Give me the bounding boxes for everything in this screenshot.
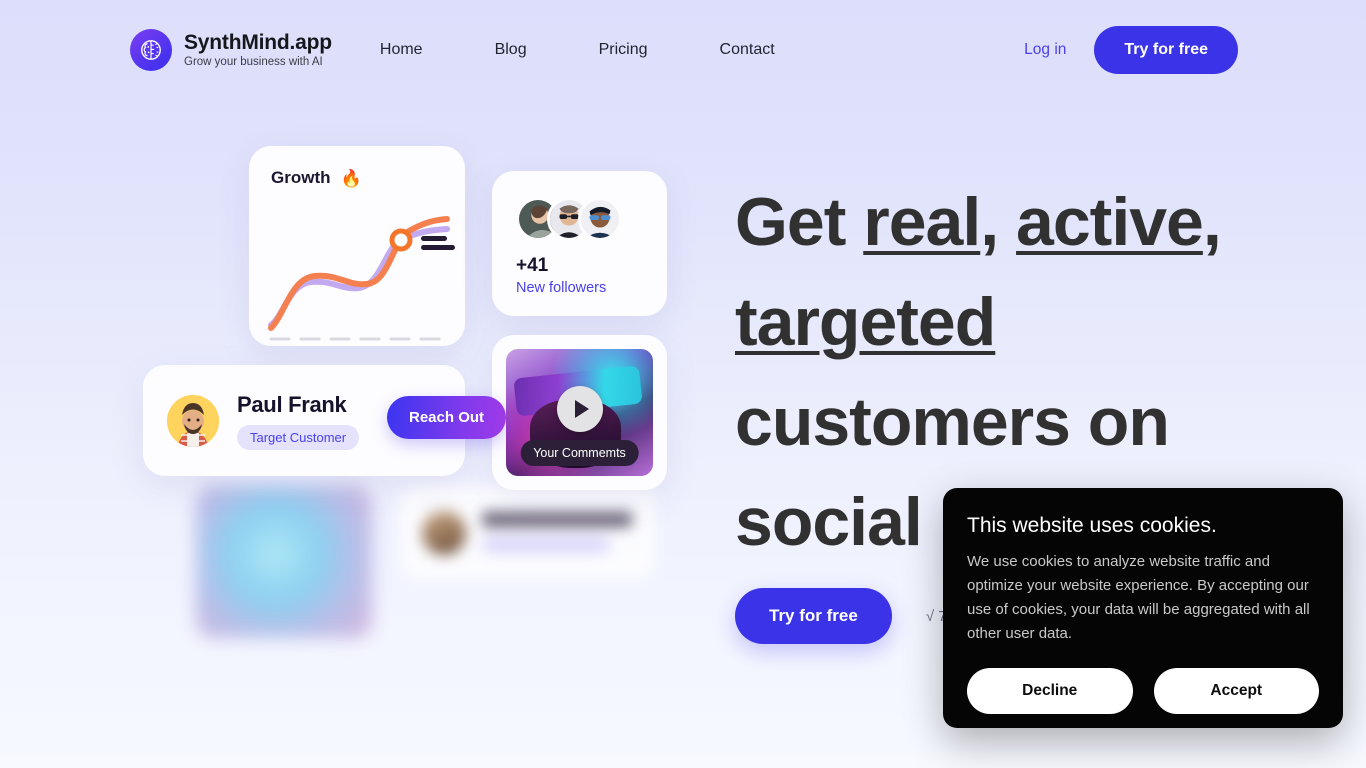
growth-card-header: Growth 🔥: [271, 168, 465, 188]
avatar: [578, 197, 622, 241]
login-link[interactable]: Log in: [1024, 41, 1066, 59]
followers-count: +41: [516, 255, 549, 276]
site-header: SynthMind.app Grow your business with AI…: [0, 0, 1366, 100]
headline-word-targeted: targeted: [735, 284, 996, 360]
cookie-banner-actions: Decline Accept: [967, 668, 1319, 714]
accept-button[interactable]: Accept: [1153, 668, 1319, 714]
new-followers-card: +41 New followers: [492, 171, 667, 316]
headline-plain-1: Get: [735, 184, 864, 260]
decorative-blurred-person-card: [400, 485, 655, 580]
followers-label: New followers: [516, 280, 607, 296]
status-badge: Target Customer: [237, 424, 360, 450]
play-icon[interactable]: [556, 385, 603, 432]
main-navigation: Home Blog Pricing Contact: [380, 41, 775, 59]
cookie-banner-body: We use cookies to analyze website traffi…: [967, 553, 1310, 642]
avatar: [167, 394, 219, 447]
video-label: Your Commemts: [520, 440, 639, 466]
reach-out-button[interactable]: Reach Out: [387, 396, 507, 439]
cookie-banner-title: This website uses cookies.: [967, 514, 1217, 537]
brand-tagline: Grow your business with AI: [184, 56, 323, 69]
cookie-consent-banner: This website uses cookies. We use cookie…: [943, 488, 1343, 728]
comments-video-card: Your Commemts: [492, 335, 667, 490]
headline-word-active: active: [1016, 184, 1204, 260]
hero-try-for-free-button[interactable]: Try for free: [735, 588, 892, 644]
headline-sep-2: ,: [1202, 184, 1222, 260]
decorative-blurred-media-card: [196, 486, 372, 638]
header-actions: Log in Try for free: [1024, 26, 1238, 74]
blurred-text-lines: [482, 512, 632, 553]
target-customer-card: Paul Frank Target Customer Reach Out: [143, 365, 507, 476]
nav-item-home[interactable]: Home: [380, 41, 423, 59]
growth-line-chart: [268, 216, 455, 341]
growth-card-title: Growth: [271, 168, 331, 187]
headline-sep-1: ,: [980, 184, 1017, 260]
headline-word-real: real: [863, 184, 981, 260]
person-name: Paul Frank: [237, 391, 347, 417]
nav-item-pricing[interactable]: Pricing: [599, 41, 648, 59]
brand-logo[interactable]: SynthMind.app Grow your business with AI: [130, 29, 332, 71]
brain-gear-icon: [130, 29, 172, 71]
brand-name: SynthMind.app: [184, 30, 332, 54]
nav-item-contact[interactable]: Contact: [720, 41, 775, 59]
header-try-for-free-button[interactable]: Try for free: [1094, 26, 1238, 74]
flame-icon: 🔥: [340, 168, 362, 188]
nav-item-blog[interactable]: Blog: [495, 41, 527, 59]
blurred-avatar: [422, 510, 466, 555]
followers-avatar-group: [516, 197, 667, 241]
video-thumbnail[interactable]: Your Commemts: [506, 349, 653, 476]
growth-card: Growth 🔥: [249, 146, 465, 346]
decline-button[interactable]: Decline: [967, 668, 1133, 714]
